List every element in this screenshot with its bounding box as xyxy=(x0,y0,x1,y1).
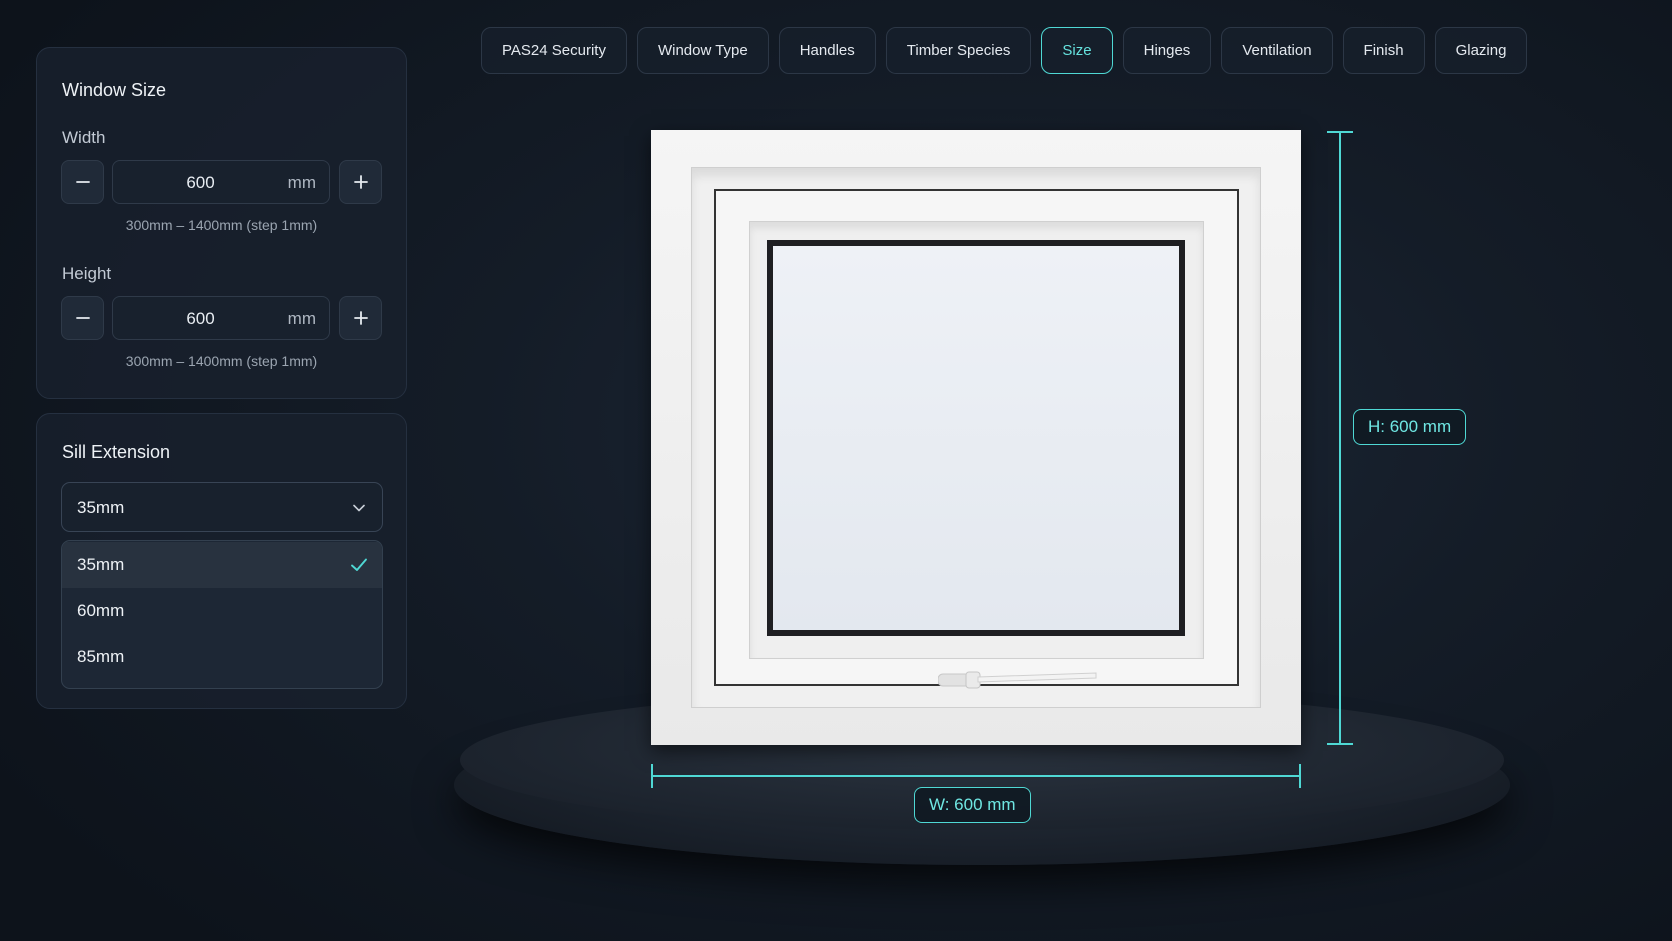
sill-option-label: 85mm xyxy=(77,647,125,666)
height-dimension-cap-top xyxy=(1327,131,1353,133)
sill-option-label: 35mm xyxy=(77,555,125,574)
height-dimension-cap-bottom xyxy=(1327,743,1353,745)
window-sash xyxy=(714,189,1239,686)
plus-icon xyxy=(353,311,368,325)
height-label: Height xyxy=(62,264,112,283)
sill-extension-panel: Sill Extension 35mm 35mm 60mm 85mm xyxy=(36,413,407,709)
sill-option-60mm[interactable]: 60mm xyxy=(62,588,382,634)
width-increment-button[interactable] xyxy=(339,160,382,204)
width-value: 600 xyxy=(186,173,215,192)
sill-extension-selected: 35mm xyxy=(77,498,125,517)
width-dimension-cap-right xyxy=(1299,764,1301,788)
window-size-panel: Window Size Width 600 mm 300mm – 1400mm … xyxy=(36,47,407,399)
height-decrement-button[interactable] xyxy=(61,296,104,340)
chevron-down-icon xyxy=(353,504,365,512)
height-increment-button[interactable] xyxy=(339,296,382,340)
sill-extension-select[interactable]: 35mm xyxy=(61,482,383,532)
minus-icon xyxy=(75,317,90,319)
tab-window-type[interactable]: Window Type xyxy=(636,27,769,74)
height-dimension-label: H: 600 mm xyxy=(1353,409,1467,445)
tab-finish[interactable]: Finish xyxy=(1342,27,1425,74)
width-input[interactable]: 600 mm xyxy=(112,160,330,204)
height-dimension-line xyxy=(1339,131,1341,745)
width-dimension-line xyxy=(651,775,1301,777)
tab-size[interactable]: Size xyxy=(1041,27,1113,74)
height-hint: 300mm – 1400mm (step 1mm) xyxy=(125,353,318,369)
check-icon xyxy=(351,558,367,571)
height-value: 600 xyxy=(186,309,215,328)
tab-handles[interactable]: Handles xyxy=(778,27,876,74)
height-input[interactable]: 600 mm xyxy=(112,296,330,340)
tab-hinges[interactable]: Hinges xyxy=(1122,27,1212,74)
sill-extension-title: Sill Extension xyxy=(62,442,171,462)
width-dimension-cap-left xyxy=(651,764,653,788)
window-handle-icon xyxy=(938,671,1097,689)
window-preview xyxy=(651,130,1301,745)
window-sash-bevel xyxy=(749,221,1204,659)
window-glass xyxy=(767,240,1185,636)
tab-ventilation[interactable]: Ventilation xyxy=(1221,27,1333,74)
width-decrement-button[interactable] xyxy=(61,160,104,204)
sill-option-85mm[interactable]: 85mm xyxy=(62,634,382,680)
height-unit: mm xyxy=(287,309,316,328)
sill-extension-options: 35mm 60mm 85mm xyxy=(61,540,383,689)
plus-icon xyxy=(353,175,368,189)
width-hint: 300mm – 1400mm (step 1mm) xyxy=(125,217,318,233)
config-tabs: PAS24 Security Window Type Handles Timbe… xyxy=(481,27,1528,74)
width-dimension-label: W: 600 mm xyxy=(914,787,1031,823)
tab-pas24-security[interactable]: PAS24 Security xyxy=(481,27,627,74)
tab-glazing[interactable]: Glazing xyxy=(1434,27,1528,74)
tab-timber-species[interactable]: Timber Species xyxy=(885,27,1032,74)
width-unit: mm xyxy=(287,173,316,192)
window-size-title: Window Size xyxy=(62,80,167,100)
sill-option-label: 60mm xyxy=(77,601,125,620)
minus-icon xyxy=(75,181,90,183)
sill-option-35mm[interactable]: 35mm xyxy=(62,542,382,588)
width-label: Width xyxy=(62,128,106,147)
